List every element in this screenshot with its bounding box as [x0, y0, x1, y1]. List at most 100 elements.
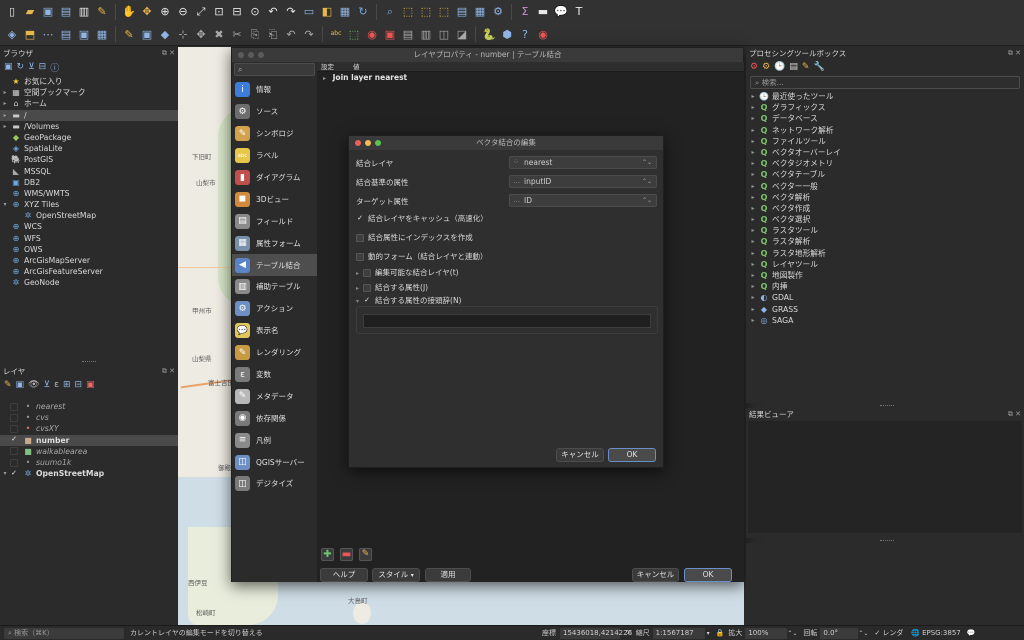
- style-manager-icon[interactable]: ✎: [94, 4, 110, 20]
- redo-icon[interactable]: ↷: [301, 26, 317, 42]
- history-icon[interactable]: 🕒: [774, 62, 785, 72]
- label-diagram-icon[interactable]: ◪: [454, 26, 470, 42]
- processing-group[interactable]: ▸ Q ラスタツール: [746, 225, 1024, 236]
- results-icon[interactable]: ▤: [789, 62, 798, 72]
- cancel-button[interactable]: キャンセル: [632, 568, 679, 582]
- undo-icon[interactable]: ↶: [283, 26, 299, 42]
- expand-arrow-icon[interactable]: ▾: [0, 468, 10, 479]
- lock-icon[interactable]: 🔒: [716, 629, 725, 637]
- properties-tab[interactable]: ◫ デジタイズ: [232, 473, 317, 495]
- add-mesh-icon[interactable]: ▣: [76, 26, 92, 42]
- show-bookmarks-icon[interactable]: ▦: [337, 4, 353, 20]
- properties-tab[interactable]: ◫ QGISサーバー: [232, 451, 317, 473]
- filter-icon[interactable]: ⊻: [44, 380, 51, 390]
- browser-item[interactable]: ▣ DB2: [0, 177, 178, 188]
- style-dropdown-button[interactable]: スタイル ▾: [372, 568, 420, 582]
- expand-arrow-icon[interactable]: ▸: [748, 169, 758, 180]
- panel-float-close-icon[interactable]: ⧉ ✕: [162, 365, 178, 378]
- label-pin-icon[interactable]: ⬚: [346, 26, 362, 42]
- expand-arrow-icon[interactable]: ▸: [748, 158, 758, 169]
- layer-visibility-checkbox[interactable]: [10, 424, 18, 433]
- maximize-window-button[interactable]: [258, 52, 264, 58]
- scale-field[interactable]: 1:1567187: [652, 627, 705, 639]
- processing-group[interactable]: ▸ 🕒 最近使ったツール: [746, 91, 1024, 102]
- expand-arrow-icon[interactable]: ▸: [748, 113, 758, 124]
- expand-arrow-icon[interactable]: ▸: [748, 270, 758, 281]
- layer-visibility-checkbox[interactable]: ✓: [10, 469, 18, 478]
- spinner-icon[interactable]: ⌃⌄: [858, 630, 868, 637]
- processing-group[interactable]: ▸ ◎ SAGA: [746, 315, 1024, 326]
- rec-icon[interactable]: ◉: [535, 26, 551, 42]
- add-join-button[interactable]: ✚: [321, 548, 334, 561]
- copy-icon[interactable]: ⎘: [247, 26, 263, 42]
- minimize-window-button[interactable]: [248, 52, 254, 58]
- remove-join-button[interactable]: ▬: [340, 548, 353, 561]
- models-icon[interactable]: ⚙: [750, 62, 758, 72]
- target-field-combo[interactable]: … ID ⌃⌄: [509, 194, 657, 207]
- expand-arrow-icon[interactable]: ▸: [748, 203, 758, 214]
- join-layer-combo[interactable]: ⁘ nearest ⌃⌄: [509, 156, 657, 169]
- browser-item[interactable]: ⊕ WMS/WMTS: [0, 188, 178, 199]
- index-checkbox[interactable]: [356, 234, 364, 242]
- crs-globe-icon[interactable]: 🌐: [911, 629, 920, 637]
- label-move-icon[interactable]: ▤: [400, 26, 416, 42]
- layer-visibility-checkbox[interactable]: [10, 458, 18, 467]
- layer-visibility-checkbox[interactable]: ✓: [10, 436, 18, 444]
- expand-arrow-icon[interactable]: ▸: [748, 192, 758, 203]
- move-feature-icon[interactable]: ✥: [193, 26, 209, 42]
- dynamic-form-checkbox-row[interactable]: 動的フォーム（結合レイヤと連動）: [356, 251, 488, 262]
- properties-tab[interactable]: ◀ テーブル結合: [232, 254, 317, 277]
- expand-arrow-icon[interactable]: ▾: [356, 298, 359, 305]
- prefix-input[interactable]: [363, 314, 651, 328]
- processing-group[interactable]: ▸ Q ベクタオーバーレイ: [746, 147, 1024, 158]
- identify-icon[interactable]: ⌕: [382, 4, 398, 20]
- expand-arrow-icon[interactable]: ▸: [748, 136, 758, 147]
- zoom-native-icon[interactable]: ⊙: [247, 4, 263, 20]
- properties-tab[interactable]: ▦ 属性フォーム: [232, 232, 317, 254]
- browser-item[interactable]: ★ お気に入り: [0, 76, 178, 87]
- add-raster-icon[interactable]: ▤: [58, 26, 74, 42]
- apply-button[interactable]: 適用: [425, 568, 471, 582]
- bookmark-icon[interactable]: ◧: [319, 4, 335, 20]
- plugin-icon[interactable]: ⬢: [499, 26, 515, 42]
- layer-visibility-checkbox[interactable]: [10, 402, 18, 411]
- manage-layers-icon[interactable]: ⬒: [22, 26, 38, 42]
- browser-item[interactable]: ◈ SpatiaLite: [0, 143, 178, 154]
- properties-tab[interactable]: ✎ レンダリング: [232, 342, 317, 364]
- collapse-arrow-icon[interactable]: ▸: [356, 270, 359, 277]
- processing-group[interactable]: ▸ Q ベクタジオメトリ: [746, 158, 1024, 169]
- label-show-icon[interactable]: ▣: [382, 26, 398, 42]
- expand-arrow-icon[interactable]: ▸: [748, 102, 758, 113]
- processing-group[interactable]: ▸ ◆ GRASS: [746, 304, 1024, 315]
- sidebar-search[interactable]: ⌕: [234, 63, 315, 76]
- browser-item[interactable]: ◆ GeoPackage: [0, 132, 178, 143]
- layer-item[interactable]: ▾ ✓ ✲ OpenStreetMap: [0, 468, 178, 479]
- expand-all-icon[interactable]: ⊞: [63, 380, 71, 390]
- paste-icon[interactable]: ⎗: [265, 26, 281, 42]
- properties-tab[interactable]: ▮ ダイアグラム: [232, 167, 317, 189]
- add-group-icon[interactable]: ▣: [16, 380, 25, 390]
- browser-item[interactable]: ⊕ ArcGisMapServer: [0, 255, 178, 266]
- collapse-all-icon[interactable]: ⊟: [39, 62, 47, 72]
- close-window-button[interactable]: [238, 52, 244, 58]
- filter-expr-icon[interactable]: ε: [54, 380, 59, 390]
- vertex-tool-icon[interactable]: ⊹: [175, 26, 191, 42]
- expand-arrow-icon[interactable]: ▸: [0, 87, 10, 98]
- label-highlight-icon[interactable]: ◉: [364, 26, 380, 42]
- add-feature-icon[interactable]: ◆: [157, 26, 173, 42]
- expand-arrow-icon[interactable]: ▸: [748, 225, 758, 236]
- chevron-down-icon[interactable]: ▾: [707, 630, 710, 637]
- attribute-table-icon[interactable]: ▤: [454, 4, 470, 20]
- tips-icon[interactable]: 💬: [553, 4, 569, 20]
- scripts-icon[interactable]: ⚙: [762, 62, 770, 72]
- print-layout-icon[interactable]: ▥: [76, 4, 92, 20]
- expand-arrow-icon[interactable]: ▸: [748, 181, 758, 192]
- python-icon[interactable]: 🐍: [481, 26, 497, 42]
- expand-arrow-icon[interactable]: ▸: [748, 91, 758, 102]
- processing-group[interactable]: ▸ Q 地図製作: [746, 270, 1024, 281]
- browser-item[interactable]: 🐘 PostGIS: [0, 154, 178, 165]
- messages-icon[interactable]: 💬: [967, 629, 976, 637]
- browser-item[interactable]: ⊕ WFS: [0, 233, 178, 244]
- panel-splitter[interactable]: [82, 361, 96, 363]
- label-rotate-icon[interactable]: ▥: [418, 26, 434, 42]
